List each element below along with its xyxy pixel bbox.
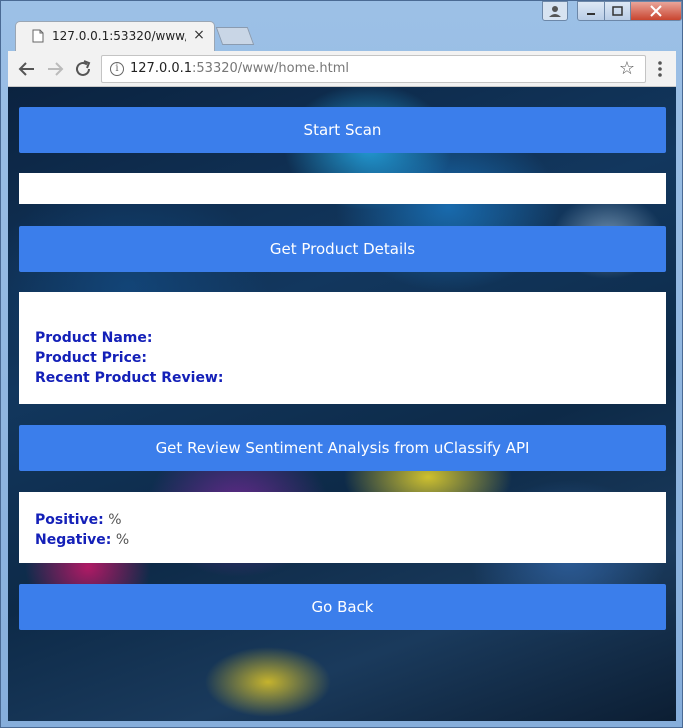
star-icon[interactable]: ☆ (617, 59, 637, 79)
product-name-label: Product Name: (35, 330, 153, 346)
browser-window: 127.0.0.1:53320/www/ho × (0, 0, 683, 728)
window-controls (577, 1, 682, 21)
forward-arrow-glyph-icon (48, 62, 64, 76)
user-icon[interactable] (542, 1, 568, 21)
back-arrow-icon[interactable] (16, 58, 38, 80)
window-close-glyph-icon (650, 5, 662, 17)
tab-title: 127.0.0.1:53320/www/ho (52, 29, 186, 43)
go-back-button[interactable]: Go Back (19, 584, 666, 630)
browser-toolbar: i 127.0.0.1:53320/www/home.html ☆ (8, 51, 676, 87)
tab-strip: 127.0.0.1:53320/www/ho × (1, 1, 682, 51)
forward-arrow-icon[interactable] (44, 58, 66, 80)
minimize-glyph-icon (587, 13, 595, 15)
browser-tab[interactable]: 127.0.0.1:53320/www/ho × (15, 21, 215, 51)
scan-result-input[interactable] (19, 173, 666, 204)
new-tab-button[interactable] (215, 27, 255, 45)
address-bar[interactable]: i 127.0.0.1:53320/www/home.html ☆ (101, 55, 646, 83)
reload-icon[interactable] (72, 58, 94, 80)
back-arrow-glyph-icon (18, 62, 34, 76)
window-close-icon[interactable] (630, 1, 682, 21)
menu-glyph-icon (658, 61, 662, 77)
product-price-row: Product Price: (35, 348, 666, 368)
close-icon[interactable]: × (192, 28, 206, 42)
recent-review-label: Recent Product Review: (35, 370, 224, 386)
sentiment-analysis-button[interactable]: Get Review Sentiment Analysis from uClas… (19, 425, 666, 471)
reload-glyph-icon (76, 60, 91, 76)
minimize-icon[interactable] (577, 1, 605, 21)
start-scan-button[interactable]: Start Scan (19, 107, 666, 153)
positive-unit: % (108, 512, 122, 528)
url-host: 127.0.0.1 (130, 61, 193, 76)
page-viewport: Start Scan Get Product Details Product N… (8, 87, 676, 721)
user-glyph-icon (549, 6, 561, 17)
menu-icon[interactable] (652, 58, 668, 80)
product-price-label: Product Price: (35, 350, 147, 366)
get-product-details-button[interactable]: Get Product Details (19, 226, 666, 272)
url-path: :53320/www/home.html (192, 61, 350, 76)
negative-label: Negative: (35, 532, 112, 548)
recent-review-row: Recent Product Review: (35, 368, 666, 388)
negative-row: Negative: % (35, 530, 666, 550)
maximize-glyph-icon (612, 6, 623, 16)
url-text: 127.0.0.1:53320/www/home.html (130, 61, 349, 76)
maximize-icon[interactable] (604, 1, 631, 21)
positive-row: Positive: % (35, 510, 666, 530)
sentiment-panel: Positive: % Negative: % (19, 492, 666, 563)
negative-unit: % (115, 532, 130, 548)
positive-label: Positive: (35, 512, 104, 528)
page-favicon-icon (32, 29, 44, 43)
product-details-panel: Product Name: Product Price: Recent Prod… (19, 292, 666, 404)
product-name-row: Product Name: (35, 328, 666, 348)
info-icon[interactable]: i (110, 62, 124, 76)
